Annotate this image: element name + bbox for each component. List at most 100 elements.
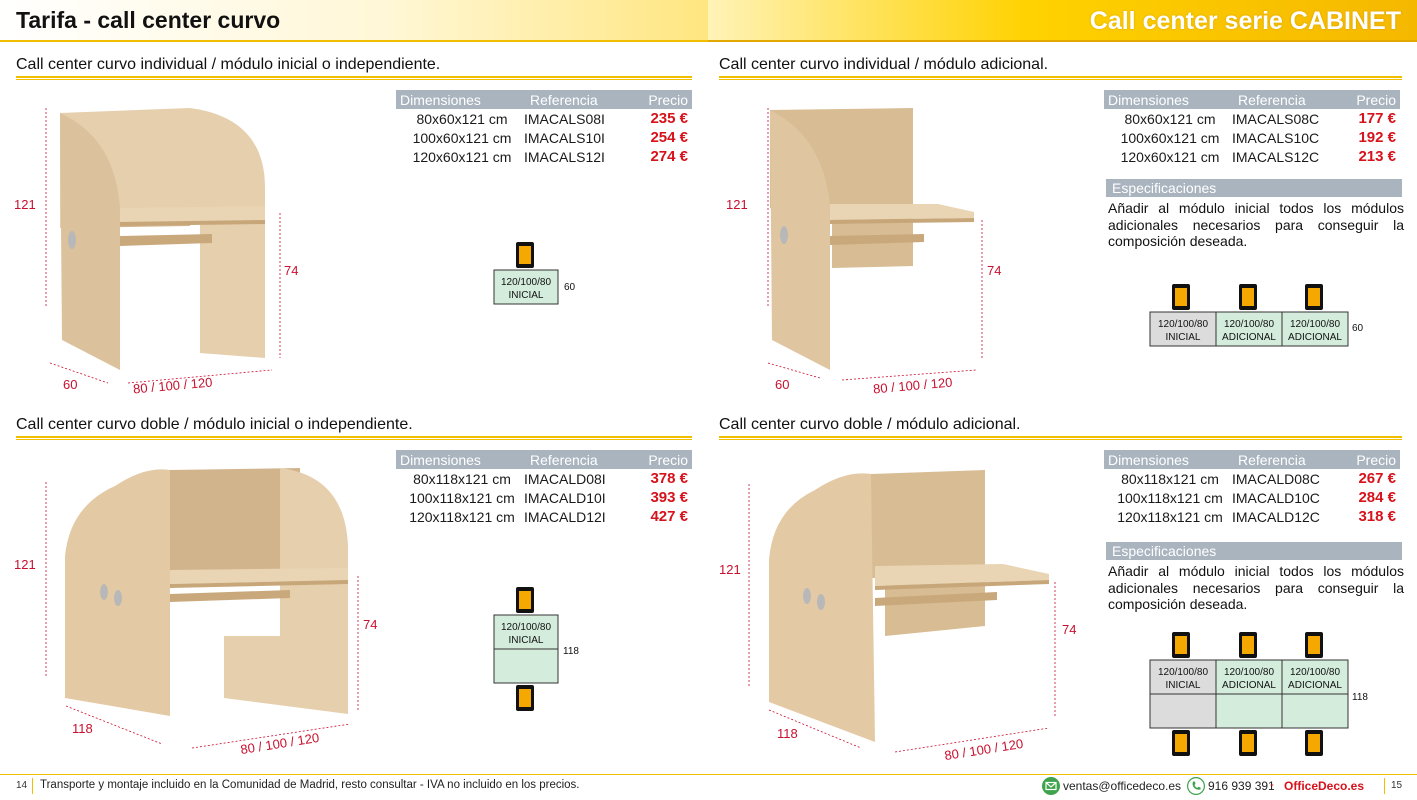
cell-reference: IMACALS10I (524, 129, 605, 146)
col-header-reference: Referencia (530, 91, 598, 108)
brand-link[interactable]: OfficeDeco.es (1284, 779, 1364, 793)
module-box-adicional (1281, 693, 1349, 729)
module-box-inicial (1149, 693, 1217, 729)
dim-desk-height: 74 (363, 617, 378, 632)
cell-reference: IMACALS12C (1232, 148, 1320, 165)
footer-separator: - (1270, 779, 1274, 791)
header-left-band: Tarifa - call center curvo (0, 0, 708, 42)
cell-reference: IMACALS08C (1232, 110, 1320, 127)
dim-height: 121 (719, 562, 741, 577)
module-depth: 118 (1352, 692, 1368, 703)
module-label: ADICIONAL (1222, 680, 1276, 691)
cell-dimension: 100x118x121 cm (1117, 489, 1223, 506)
spec-header: Especificaciones (1106, 542, 1402, 560)
col-header-reference: Referencia (1238, 91, 1306, 108)
page-number-left: 14 (16, 780, 28, 791)
dim-height: 121 (14, 557, 36, 572)
module-box (493, 648, 559, 684)
layout-diagram-individual-adicional: 120/100/80 INICIAL 120/100/80 ADICIONAL … (1149, 284, 1364, 347)
cell-price: 393 € (650, 489, 688, 506)
dim-height: 121 (14, 197, 36, 212)
cell-dimension: 100x118x121 cm (409, 489, 515, 506)
dim-desk-height: 74 (1062, 622, 1077, 637)
phone-link[interactable]: 916 939 391 (1208, 779, 1275, 793)
col-header-dimensions: Dimensiones (1108, 91, 1189, 108)
section-rule (16, 436, 692, 440)
cable-grommet (100, 584, 108, 600)
cell-price: 177 € (1358, 110, 1396, 127)
cell-price: 254 € (650, 129, 688, 146)
price-table-header: Dimensiones Referencia Precio (1104, 90, 1400, 109)
dim-depth: 60 (63, 377, 78, 392)
section-title-individual-adicional: Call center curvo individual / módulo ad… (719, 56, 1049, 73)
section-rule (719, 76, 1402, 80)
table-row: 120x60x121 cm IMACALS12C 213 € (1104, 147, 1400, 166)
email-link[interactable]: ventas@officedeco.es (1063, 779, 1181, 793)
table-row: 100x118x121 cm IMACALD10I 393 € (396, 488, 692, 507)
section-rule (16, 76, 692, 80)
price-table-individual-adicional: Dimensiones Referencia Precio 80x60x121 … (1104, 90, 1400, 166)
footer-note: Transporte y montaje incluido en la Comu… (40, 779, 580, 791)
table-row: 120x60x121 cm IMACALS12I 274 € (396, 147, 692, 166)
module-size: 120/100/80 (1290, 667, 1340, 678)
cell-reference: IMACALD10C (1232, 489, 1320, 506)
table-row: 100x60x121 cm IMACALS10I 254 € (396, 128, 692, 147)
cell-reference: IMACALD10I (524, 489, 606, 506)
spec-text: Añadir al módulo inicial todos los módul… (1108, 200, 1404, 249)
table-row: 80x60x121 cm IMACALS08I 235 € (396, 109, 692, 128)
module-depth: 118 (563, 646, 579, 657)
table-row: 100x60x121 cm IMACALS10C 192 € (1104, 128, 1400, 147)
cell-reference: IMACALS12I (524, 148, 605, 165)
price-table-header: Dimensiones Referencia Precio (1104, 450, 1400, 469)
footer-divider (32, 778, 33, 794)
cable-grommet (114, 590, 122, 606)
col-header-dimensions: Dimensiones (1108, 451, 1189, 468)
cell-price: 192 € (1358, 129, 1396, 146)
table-row: 100x118x121 cm IMACALD10C 284 € (1104, 488, 1400, 507)
cell-reference: IMACALD08I (524, 470, 606, 487)
section-title-doble-inicial: Call center curvo doble / módulo inicial… (16, 416, 413, 433)
dim-desk-height: 74 (987, 263, 1002, 278)
dim-depth: 118 (777, 726, 798, 741)
module-label: ADICIONAL (1288, 680, 1342, 691)
series-title: Call center serie CABINET (1089, 7, 1401, 35)
cell-price: 318 € (1358, 508, 1396, 525)
desk-illustration-doble-adicional (748, 470, 1056, 753)
col-header-dimensions: Dimensiones (400, 451, 481, 468)
page-footer: 14 Transporte y montaje incluido en la C… (0, 774, 1417, 800)
layout-diagram-doble-inicial: 120/100/80 INICIAL 118 (493, 587, 579, 711)
section-title-individual-inicial: Call center curvo individual / módulo in… (16, 56, 441, 73)
col-header-price: Precio (1356, 91, 1396, 108)
price-table-individual-inicial: Dimensiones Referencia Precio 80x60x121 … (396, 90, 692, 166)
desk-illustration-doble-inicial (45, 468, 359, 749)
cell-dimension: 100x60x121 cm (1120, 129, 1220, 146)
module-box-adicional (1215, 693, 1283, 729)
cell-price: 274 € (650, 148, 688, 165)
desk-modesty-panel (120, 234, 212, 246)
cell-price: 235 € (650, 110, 688, 127)
module-label: INICIAL (1165, 680, 1200, 691)
cell-dimension: 80x60x121 cm (416, 110, 508, 127)
desk-back-panel (871, 470, 985, 636)
spec-text: Añadir al módulo inicial todos los módul… (1108, 563, 1404, 612)
desk-top (830, 204, 974, 220)
layout-diagram-doble-adicional: 120/100/80 INICIAL 120/100/80 ADICIONAL … (1149, 632, 1368, 756)
cable-grommet (780, 226, 788, 244)
col-header-price: Precio (648, 91, 688, 108)
dim-line-depth (49, 362, 109, 384)
cell-price: 213 € (1358, 148, 1396, 165)
col-header-dimensions: Dimensiones (400, 91, 481, 108)
cable-grommet (803, 588, 811, 604)
module-size: 120/100/80 (501, 277, 551, 288)
col-header-price: Precio (648, 451, 688, 468)
col-header-reference: Referencia (530, 451, 598, 468)
module-label: INICIAL (508, 635, 543, 646)
module-depth: 60 (1352, 323, 1364, 334)
table-row: 120x118x121 cm IMACALD12C 318 € (1104, 507, 1400, 526)
cell-reference: IMACALD12C (1232, 508, 1320, 525)
dim-height: 121 (726, 197, 748, 212)
price-table-header: Dimensiones Referencia Precio (396, 90, 692, 109)
module-size: 120/100/80 (1158, 319, 1208, 330)
dim-depth: 118 (72, 721, 93, 736)
cell-dimension: 80x118x121 cm (1121, 470, 1219, 487)
